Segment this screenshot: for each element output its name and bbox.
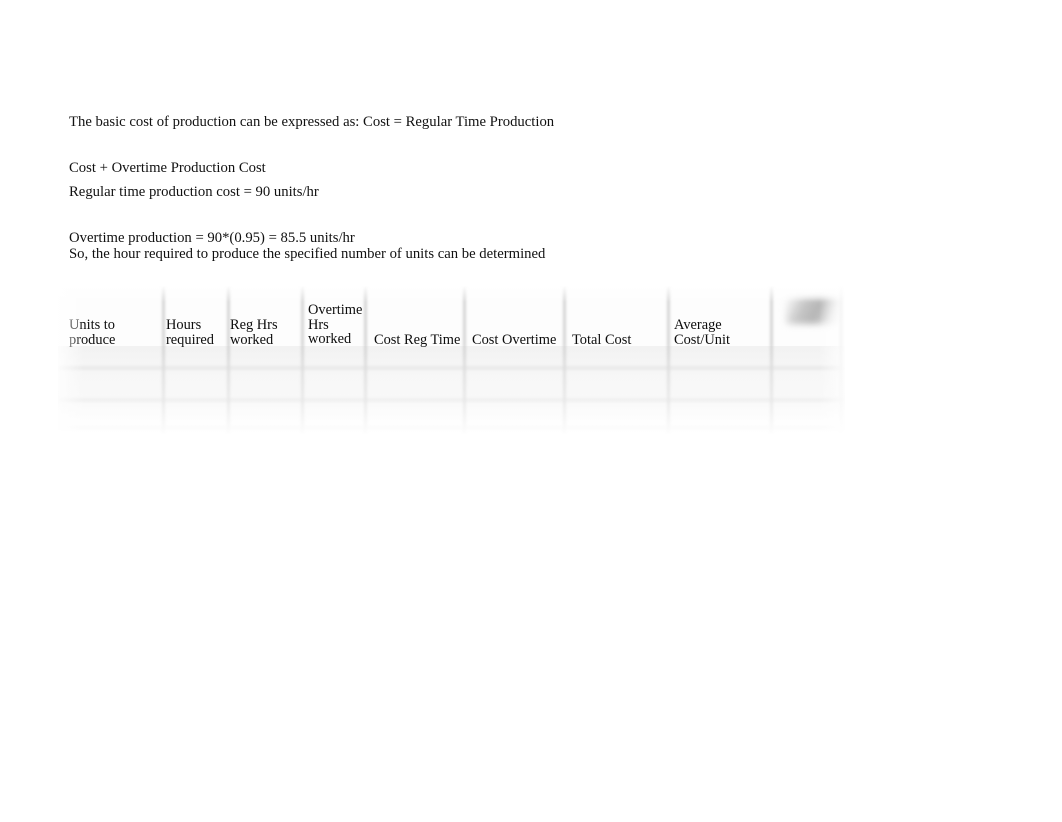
row-separator-2	[58, 398, 845, 402]
regular-time-rate-line: Regular time production cost = 90 units/…	[69, 184, 319, 201]
column-separator-6	[562, 286, 567, 434]
header-hours-required[interactable]: Hours required	[166, 318, 214, 347]
column-separator-4	[363, 286, 368, 434]
header-cost-reg-time[interactable]: Cost Reg Time	[374, 333, 460, 348]
header-units-to-produce[interactable]: Units to produce	[69, 318, 115, 347]
header-reg-hrs-worked[interactable]: Reg Hrs worked	[230, 318, 278, 347]
row-separator-1	[58, 366, 845, 370]
column-separator-3	[300, 286, 305, 434]
header-cost-overtime[interactable]: Cost Overtime	[472, 333, 556, 348]
header-average-cost-unit[interactable]: Average Cost/Unit	[674, 318, 730, 347]
column-separator-8	[769, 286, 774, 434]
header-total-cost[interactable]: Total Cost	[572, 333, 631, 348]
column-separator-5	[462, 286, 467, 434]
row-separator-3	[58, 426, 845, 430]
column-separator-2	[226, 286, 231, 434]
paragraph-cost-expression-line-1: The basic cost of production can be expr…	[69, 114, 555, 131]
header-overtime-hrs-worked[interactable]: Overtime Hrs worked	[308, 303, 362, 347]
table-body-fade	[58, 346, 845, 434]
header-redacted-column[interactable]	[786, 298, 844, 324]
production-cost-table[interactable]: Units to produce Hours required Reg Hrs …	[58, 286, 845, 434]
column-separator-7	[666, 286, 671, 434]
column-separator-1	[161, 286, 166, 434]
hours-determination-line-1: So, the hour required to produce the spe…	[69, 246, 546, 263]
